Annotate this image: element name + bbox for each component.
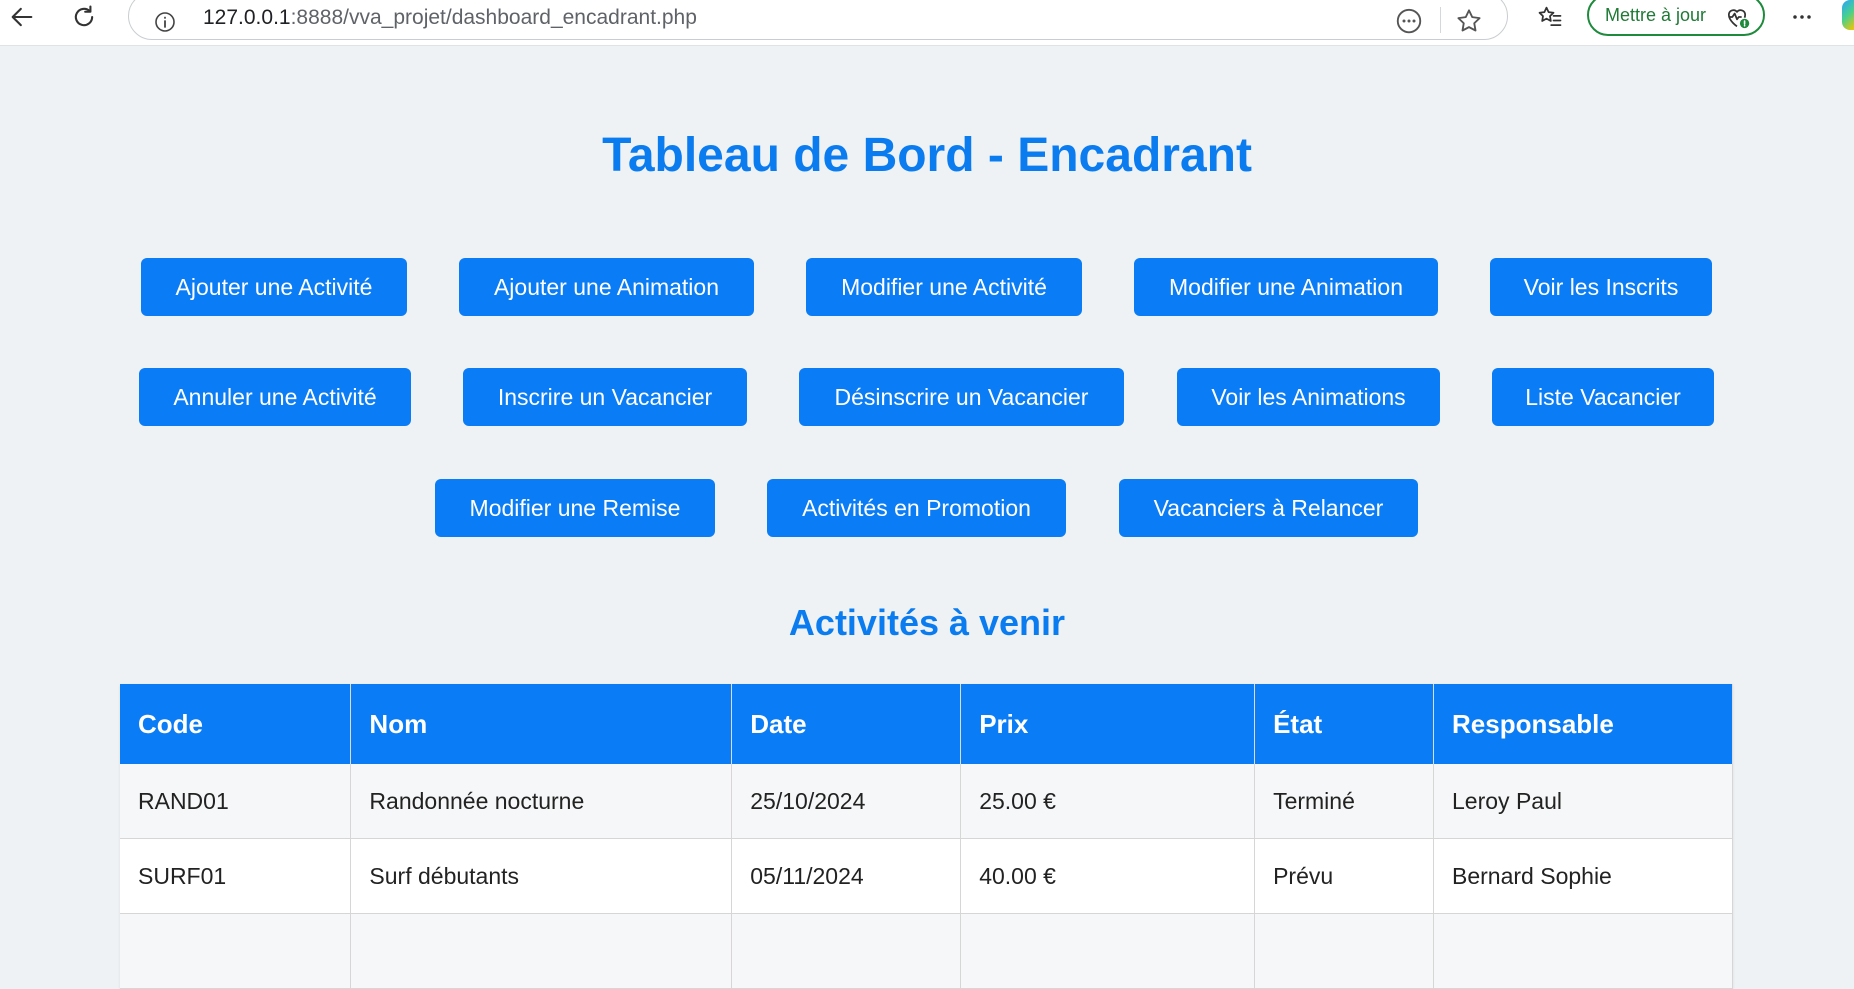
cell-code: RAND01: [120, 764, 352, 839]
upcoming-activities-table: Code Nom Date Prix État Responsable RAND…: [120, 684, 1733, 989]
cell-manager: Bernard Sophie: [1433, 838, 1733, 914]
browser-toolbar: 127.0.0.1:8888/vva_projet/dashboard_enca…: [0, 0, 1854, 46]
favorite-star-icon[interactable]: [1454, 6, 1484, 36]
page-title: Tableau de Bord - Encadrant: [602, 129, 1252, 182]
reload-icon[interactable]: [66, 2, 102, 32]
promoted-activities-button[interactable]: Activités en Promotion: [767, 479, 1066, 537]
column-header-manager: Responsable: [1433, 684, 1733, 764]
update-label: Mettre à jour: [1605, 4, 1707, 25]
cell-price: [960, 913, 1256, 989]
reading-more-icon[interactable]: [1394, 6, 1424, 36]
column-header-date: Date: [731, 684, 962, 764]
cell-manager: Leroy Paul: [1433, 764, 1733, 839]
cell-date: 05/11/2024: [731, 838, 962, 914]
cell-manager: [1433, 913, 1733, 989]
cell-code: [120, 913, 352, 989]
cell-date: 25/10/2024: [731, 764, 962, 839]
edit-discount-button[interactable]: Modifier une Remise: [435, 479, 715, 537]
add-activity-button[interactable]: Ajouter une Activité: [141, 258, 407, 316]
table-row: [120, 913, 1733, 989]
register-vacationer-button[interactable]: Inscrire un Vacancier: [463, 368, 747, 426]
vacationers-to-remind-button[interactable]: Vacanciers à Relancer: [1119, 479, 1418, 537]
cancel-activity-button[interactable]: Annuler une Activité: [139, 368, 411, 426]
more-options-icon[interactable]: [1784, 2, 1820, 32]
back-arrow-icon[interactable]: [4, 2, 40, 32]
health-heartbeat-icon: [1727, 9, 1750, 29]
edit-activity-button[interactable]: Modifier une Activité: [806, 258, 1082, 316]
vacationer-list-button[interactable]: Liste Vacancier: [1492, 368, 1714, 426]
cell-status: Prévu: [1254, 838, 1435, 914]
table-row: SURF01 Surf débutants 05/11/2024 40.00 €…: [120, 838, 1733, 914]
upcoming-activities-heading: Activités à venir: [788, 602, 1066, 643]
omnibox-divider: [1440, 7, 1441, 33]
favorites-icon[interactable]: [1532, 2, 1568, 32]
info-icon[interactable]: [153, 10, 177, 34]
column-header-name: Nom: [350, 684, 733, 764]
unregister-vacationer-button[interactable]: Désinscrire un Vacancier: [799, 368, 1124, 426]
edit-animation-button[interactable]: Modifier une Animation: [1134, 258, 1438, 316]
cell-status: Terminé: [1254, 764, 1435, 839]
column-header-status: État: [1254, 684, 1435, 764]
url-text: 127.0.0.1:8888/vva_projet/dashboard_enca…: [203, 6, 697, 29]
cell-code: SURF01: [120, 838, 352, 914]
cell-status: [1254, 913, 1435, 989]
copilot-icon[interactable]: [1842, 0, 1854, 30]
table-row: RAND01 Randonnée nocturne 25/10/2024 25.…: [120, 764, 1733, 839]
cell-price: 40.00 €: [960, 838, 1256, 914]
cell-name: Surf débutants: [350, 838, 733, 914]
column-header-price: Prix: [960, 684, 1256, 764]
table-header-row: Code Nom Date Prix État Responsable: [120, 684, 1733, 764]
cell-date: [731, 913, 962, 989]
column-header-code: Code: [120, 684, 352, 764]
add-animation-button[interactable]: Ajouter une Animation: [459, 258, 754, 316]
view-animations-button[interactable]: Voir les Animations: [1177, 368, 1440, 426]
update-browser-button[interactable]: Mettre à jour: [1587, 0, 1765, 36]
view-registrants-button[interactable]: Voir les Inscrits: [1490, 258, 1712, 316]
address-bar[interactable]: 127.0.0.1:8888/vva_projet/dashboard_enca…: [128, 0, 1508, 40]
cell-name: [350, 913, 733, 989]
cell-name: Randonnée nocturne: [350, 764, 733, 839]
cell-price: 25.00 €: [960, 764, 1256, 839]
